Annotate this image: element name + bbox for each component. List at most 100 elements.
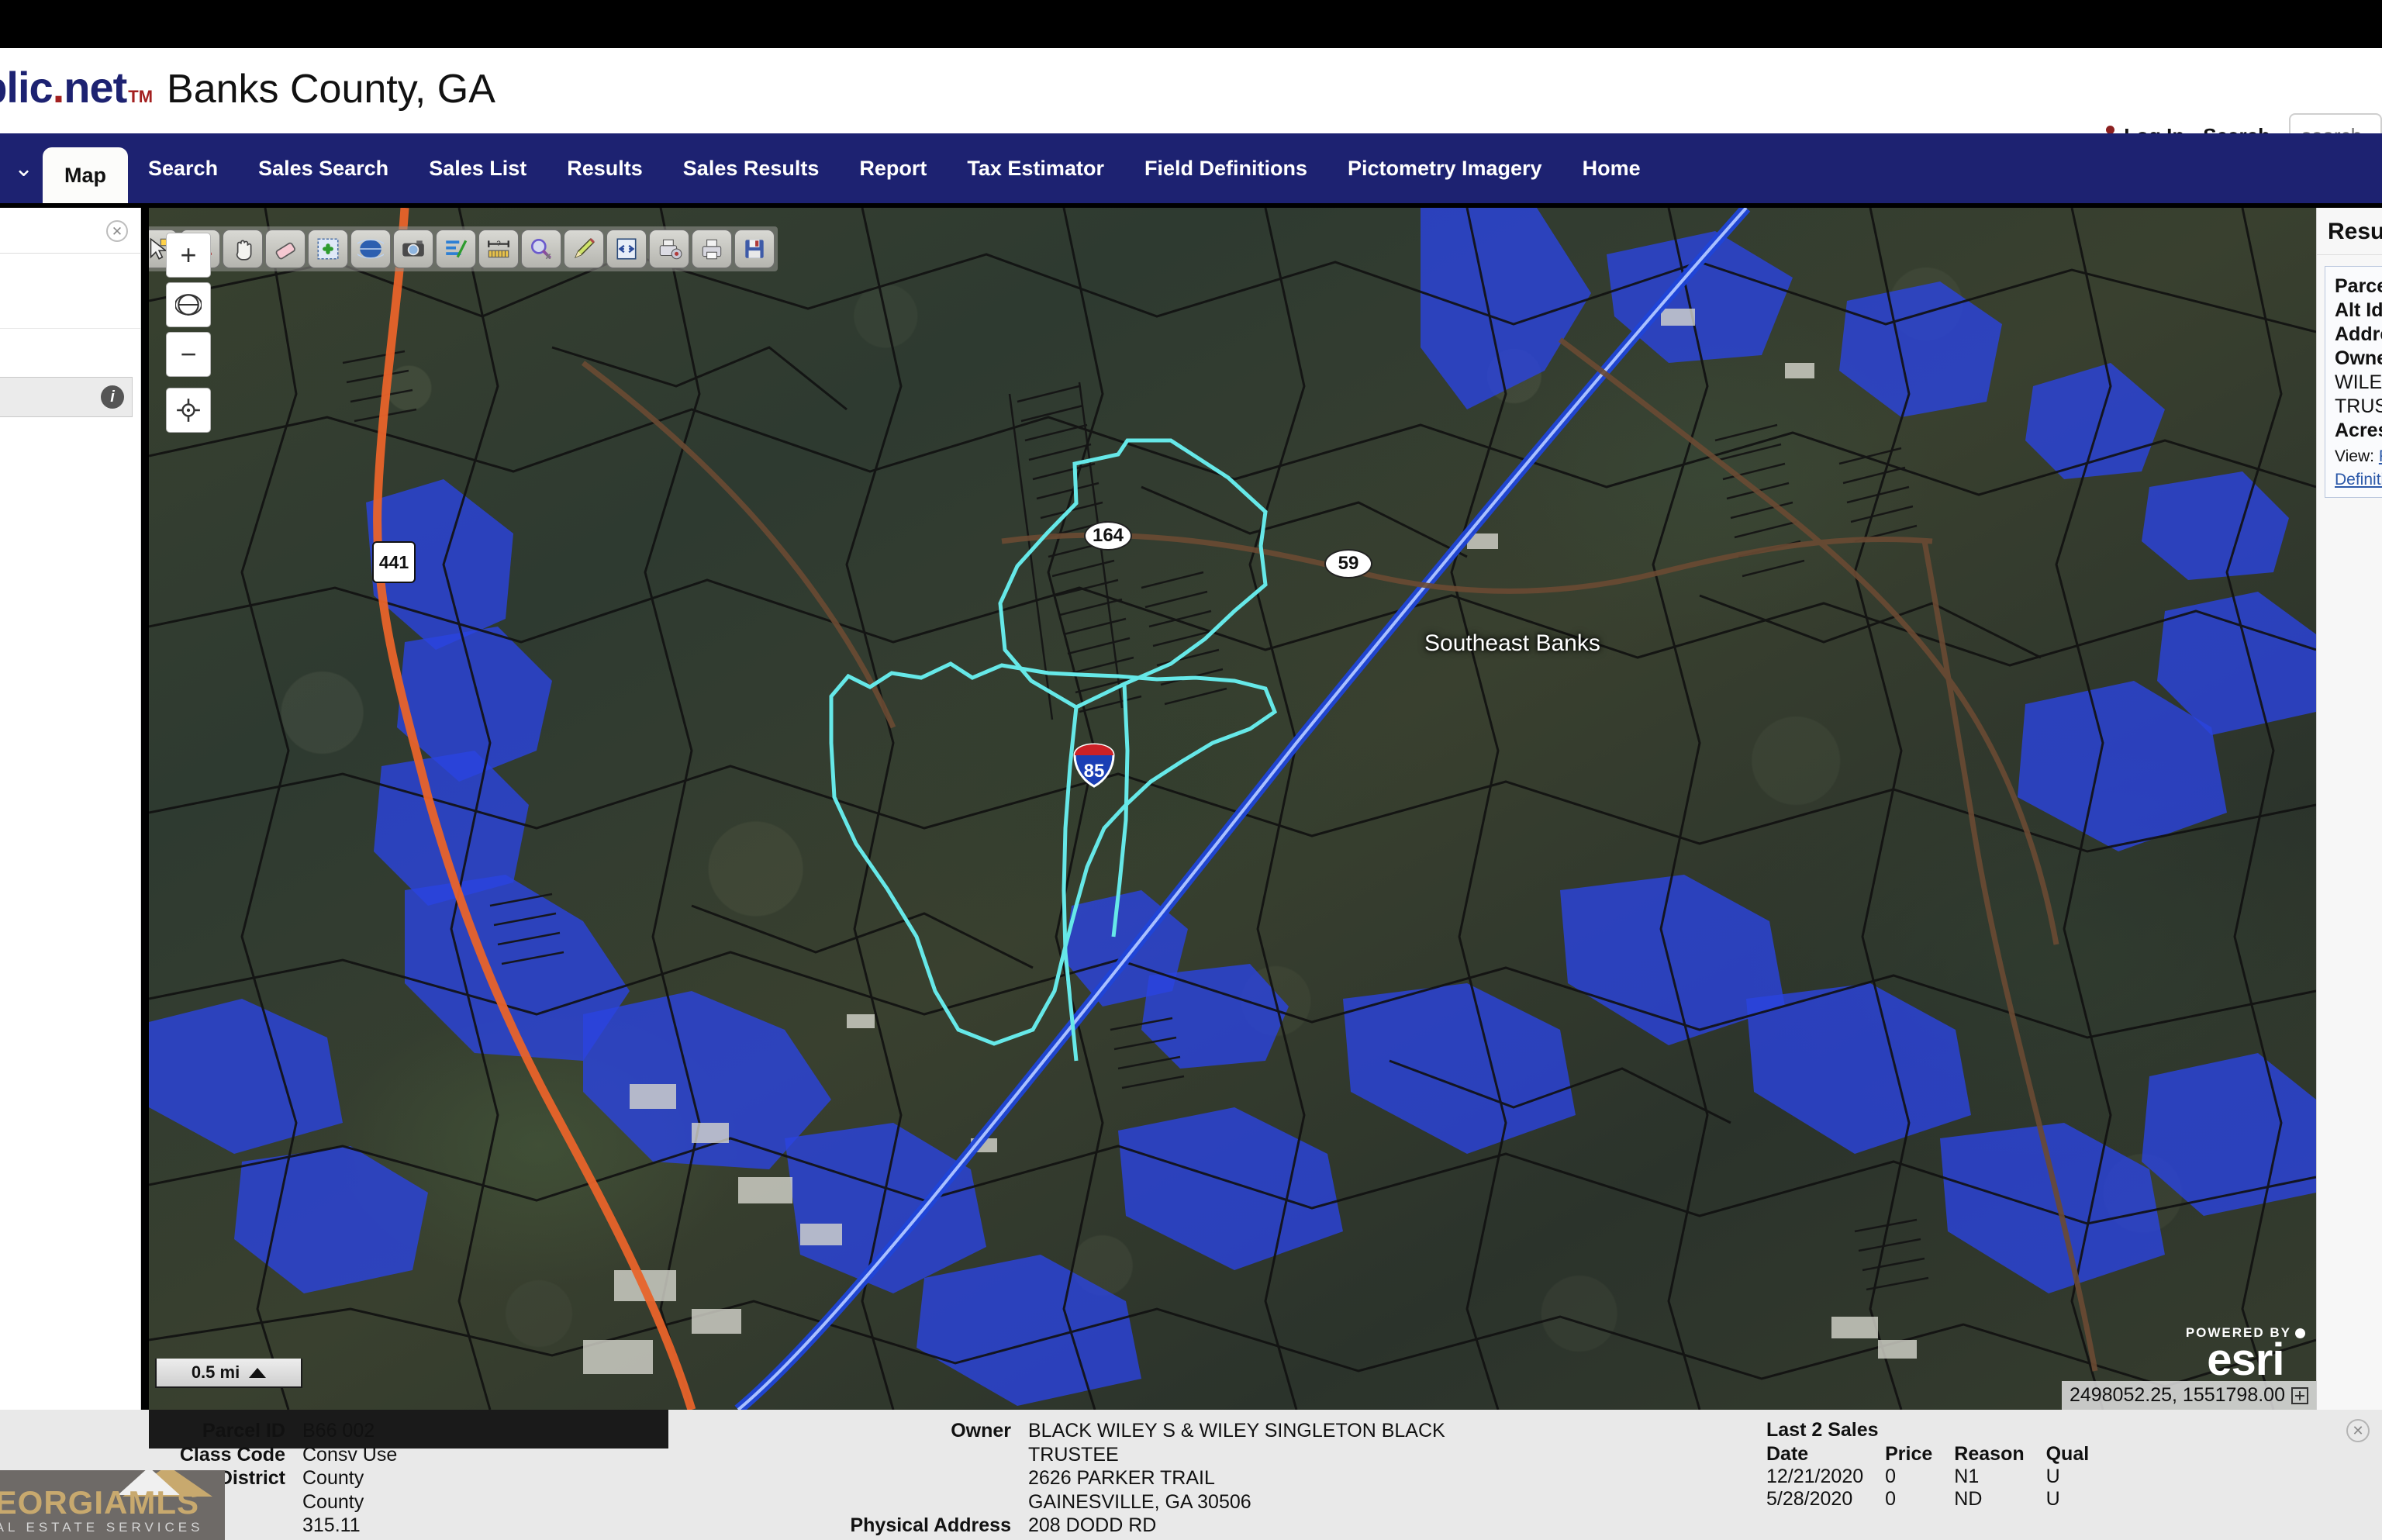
photo-item-1[interactable]: utlines	[0, 732, 140, 760]
extent-expand-icon[interactable]	[606, 230, 647, 268]
legend-row-records[interactable]: cords	[0, 291, 140, 329]
map-vector-overlay	[149, 208, 2316, 1410]
main-navigation: ⌄ Map Search Sales Search Sales List Res…	[0, 133, 2382, 203]
info-row-parcel-id: Parcel ID B66 002	[202, 1420, 375, 1442]
print-settings-icon[interactable]	[649, 230, 689, 268]
scale-label: 0.5 mi	[191, 1362, 240, 1382]
tab-home[interactable]: Home	[1562, 133, 1661, 203]
view-report-link[interactable]: Rep	[2379, 447, 2382, 465]
parcel-info-bar: Parcel ID B66 002 Class Code Consv Use Dis…	[0, 1410, 2382, 1540]
pencil-draw-icon[interactable]	[564, 230, 604, 268]
sales-header-row: Date Price Reason Qual	[1766, 1443, 2111, 1466]
site-header: ublic.netTM Banks County, GA Log In Sear…	[0, 48, 2382, 158]
tab-search[interactable]: Search	[128, 133, 238, 203]
result-view-row: View: Rep	[2335, 447, 2382, 466]
pan-hand-icon[interactable]	[223, 230, 263, 268]
photo-item-3[interactable]: al Photos	[0, 788, 140, 816]
results-panel-title: Results	[2317, 208, 2382, 255]
tab-sales-results[interactable]: Sales Results	[663, 133, 840, 203]
camera-icon[interactable]	[393, 230, 433, 268]
info-icon[interactable]: i	[101, 385, 124, 409]
expand-icon[interactable]	[2291, 1386, 2308, 1404]
georgia-mls-watermark: GEORGIAMLS REAL ESTATE SERVICES	[0, 1470, 225, 1540]
crosshair-icon[interactable]	[166, 388, 211, 433]
zoom-in-button[interactable]: +	[166, 233, 211, 278]
selected-parcel-outline	[829, 438, 1278, 1062]
tab-field-definitions[interactable]: Field Definitions	[1124, 133, 1327, 203]
sales-col-price: Price	[1885, 1443, 1933, 1465]
save-icon[interactable]	[734, 230, 775, 268]
sale-qual: U	[2045, 1488, 2060, 1510]
sale-date: 5/28/2020	[1766, 1488, 1853, 1510]
brand-logo[interactable]: ublic.netTM Banks County, GA	[0, 62, 495, 112]
photo-item-2[interactable]: al Photos	[0, 760, 140, 788]
logo-dot: .	[52, 63, 65, 112]
legend-layers-bar[interactable]: i	[0, 377, 133, 417]
globe-layers-icon[interactable]	[350, 230, 391, 268]
place-label-southeast-banks: Southeast Banks	[1424, 630, 1600, 656]
tab-results[interactable]: Results	[547, 133, 663, 203]
result-line-alt-id: Alt Id - 1	[2335, 299, 2382, 321]
chevron-down-icon[interactable]: ⌄	[14, 155, 33, 182]
close-icon[interactable]: ✕	[2346, 1419, 2370, 1442]
coordinate-readout[interactable]: 2498052.25, 1551798.00	[2061, 1381, 2316, 1410]
tab-sales-search[interactable]: Sales Search	[238, 133, 409, 203]
logo-text-net: net	[64, 63, 127, 112]
svg-text:?: ?	[496, 240, 500, 248]
sales-col-date: Date	[1766, 1443, 1809, 1465]
sale-qual: U	[2045, 1466, 2060, 1487]
identify-zoom-icon[interactable]	[521, 230, 561, 268]
trademark-icon: TM	[128, 87, 154, 106]
eraser-icon[interactable]	[265, 230, 306, 268]
route-shield-59: 59	[1324, 549, 1372, 578]
close-icon[interactable]: ✕	[106, 220, 128, 242]
results-panel: Results Parcel ID Alt Id - 1 Address Own…	[2316, 208, 2382, 1410]
layer-item-2[interactable]: es	[0, 479, 140, 507]
info-row-physical-address: Physical Address 208 DODD RD	[850, 1514, 1157, 1536]
legend-header: Legend ✕	[0, 208, 140, 254]
definitions-link[interactable]: Definition	[2335, 471, 2382, 489]
parcel-details-owner: Owner BLACK WILEY S & WILEY SINGLETON BLA…	[817, 1419, 1445, 1538]
add-layer-icon[interactable]	[308, 230, 348, 268]
scale-expand-icon[interactable]	[249, 1367, 267, 1378]
results-parcel-card[interactable]: Parcel ID Alt Id - 1 Address Owner - WIL…	[2325, 266, 2382, 498]
info-row-owner-3: 2626 PARKER TRAIL	[1028, 1467, 1215, 1489]
layer-item-5[interactable]: rage	[0, 614, 140, 642]
legend-sidebar: Legend ✕ cords i mbers umbers es r Highw…	[0, 208, 141, 1410]
layer-item-4[interactable]: s	[0, 569, 140, 597]
zoom-out-button[interactable]: −	[166, 332, 211, 377]
watermark-tagline: REAL ESTATE SERVICES	[0, 1520, 204, 1535]
legend-list-icon[interactable]	[436, 230, 476, 268]
legend-row-blank	[0, 254, 140, 291]
globe-icon[interactable]	[166, 282, 211, 327]
sales-col-qual: Qual	[2045, 1443, 2090, 1465]
sale-reason: N1	[1954, 1466, 1980, 1487]
table-row: 12/21/2020 0 N1 U	[1766, 1466, 2111, 1488]
layer-item-6[interactable]: nd Rivers	[0, 642, 140, 670]
tab-tax-estimator[interactable]: Tax Estimator	[947, 133, 1124, 203]
esri-dot-icon	[2295, 1328, 2305, 1338]
sales-table: Date Price Reason Qual 12/21/2020 0 N1 U…	[1766, 1443, 2111, 1511]
watermark-brand: GEORGIAMLS	[0, 1484, 200, 1521]
tab-report[interactable]: Report	[839, 133, 947, 203]
measure-icon[interactable]: ?	[478, 230, 519, 268]
print-icon[interactable]	[692, 230, 732, 268]
reset-defaults-link[interactable]: Defaults	[0, 889, 140, 917]
layer-item-3[interactable]: r Highways	[0, 524, 140, 552]
tab-map[interactable]: Map	[43, 147, 128, 203]
tab-pictometry-imagery[interactable]: Pictometry Imagery	[1327, 133, 1562, 203]
esri-logo-text: esri	[2207, 1334, 2284, 1385]
info-row-owner: Owner BLACK WILEY S & WILEY SINGLETON BLA…	[951, 1420, 1445, 1442]
sale-price: 0	[1885, 1466, 1897, 1487]
photo-item-4[interactable]: al Photos	[0, 816, 140, 844]
photo-item-5[interactable]: al Photos	[0, 844, 140, 872]
tab-sales-list[interactable]: Sales List	[409, 133, 547, 203]
layer-item-1[interactable]: umbers	[0, 451, 140, 479]
scale-bar[interactable]: 0.5 mi	[155, 1359, 302, 1388]
result-line-address: Address	[2335, 323, 2382, 345]
layer-item-0[interactable]: mbers	[0, 423, 140, 451]
photo-item-0[interactable]: ines	[0, 704, 140, 732]
sale-reason: ND	[1954, 1488, 1983, 1510]
map-canvas[interactable]: 164 441 59 85 Southeast Banks i ? + −	[149, 208, 2316, 1410]
